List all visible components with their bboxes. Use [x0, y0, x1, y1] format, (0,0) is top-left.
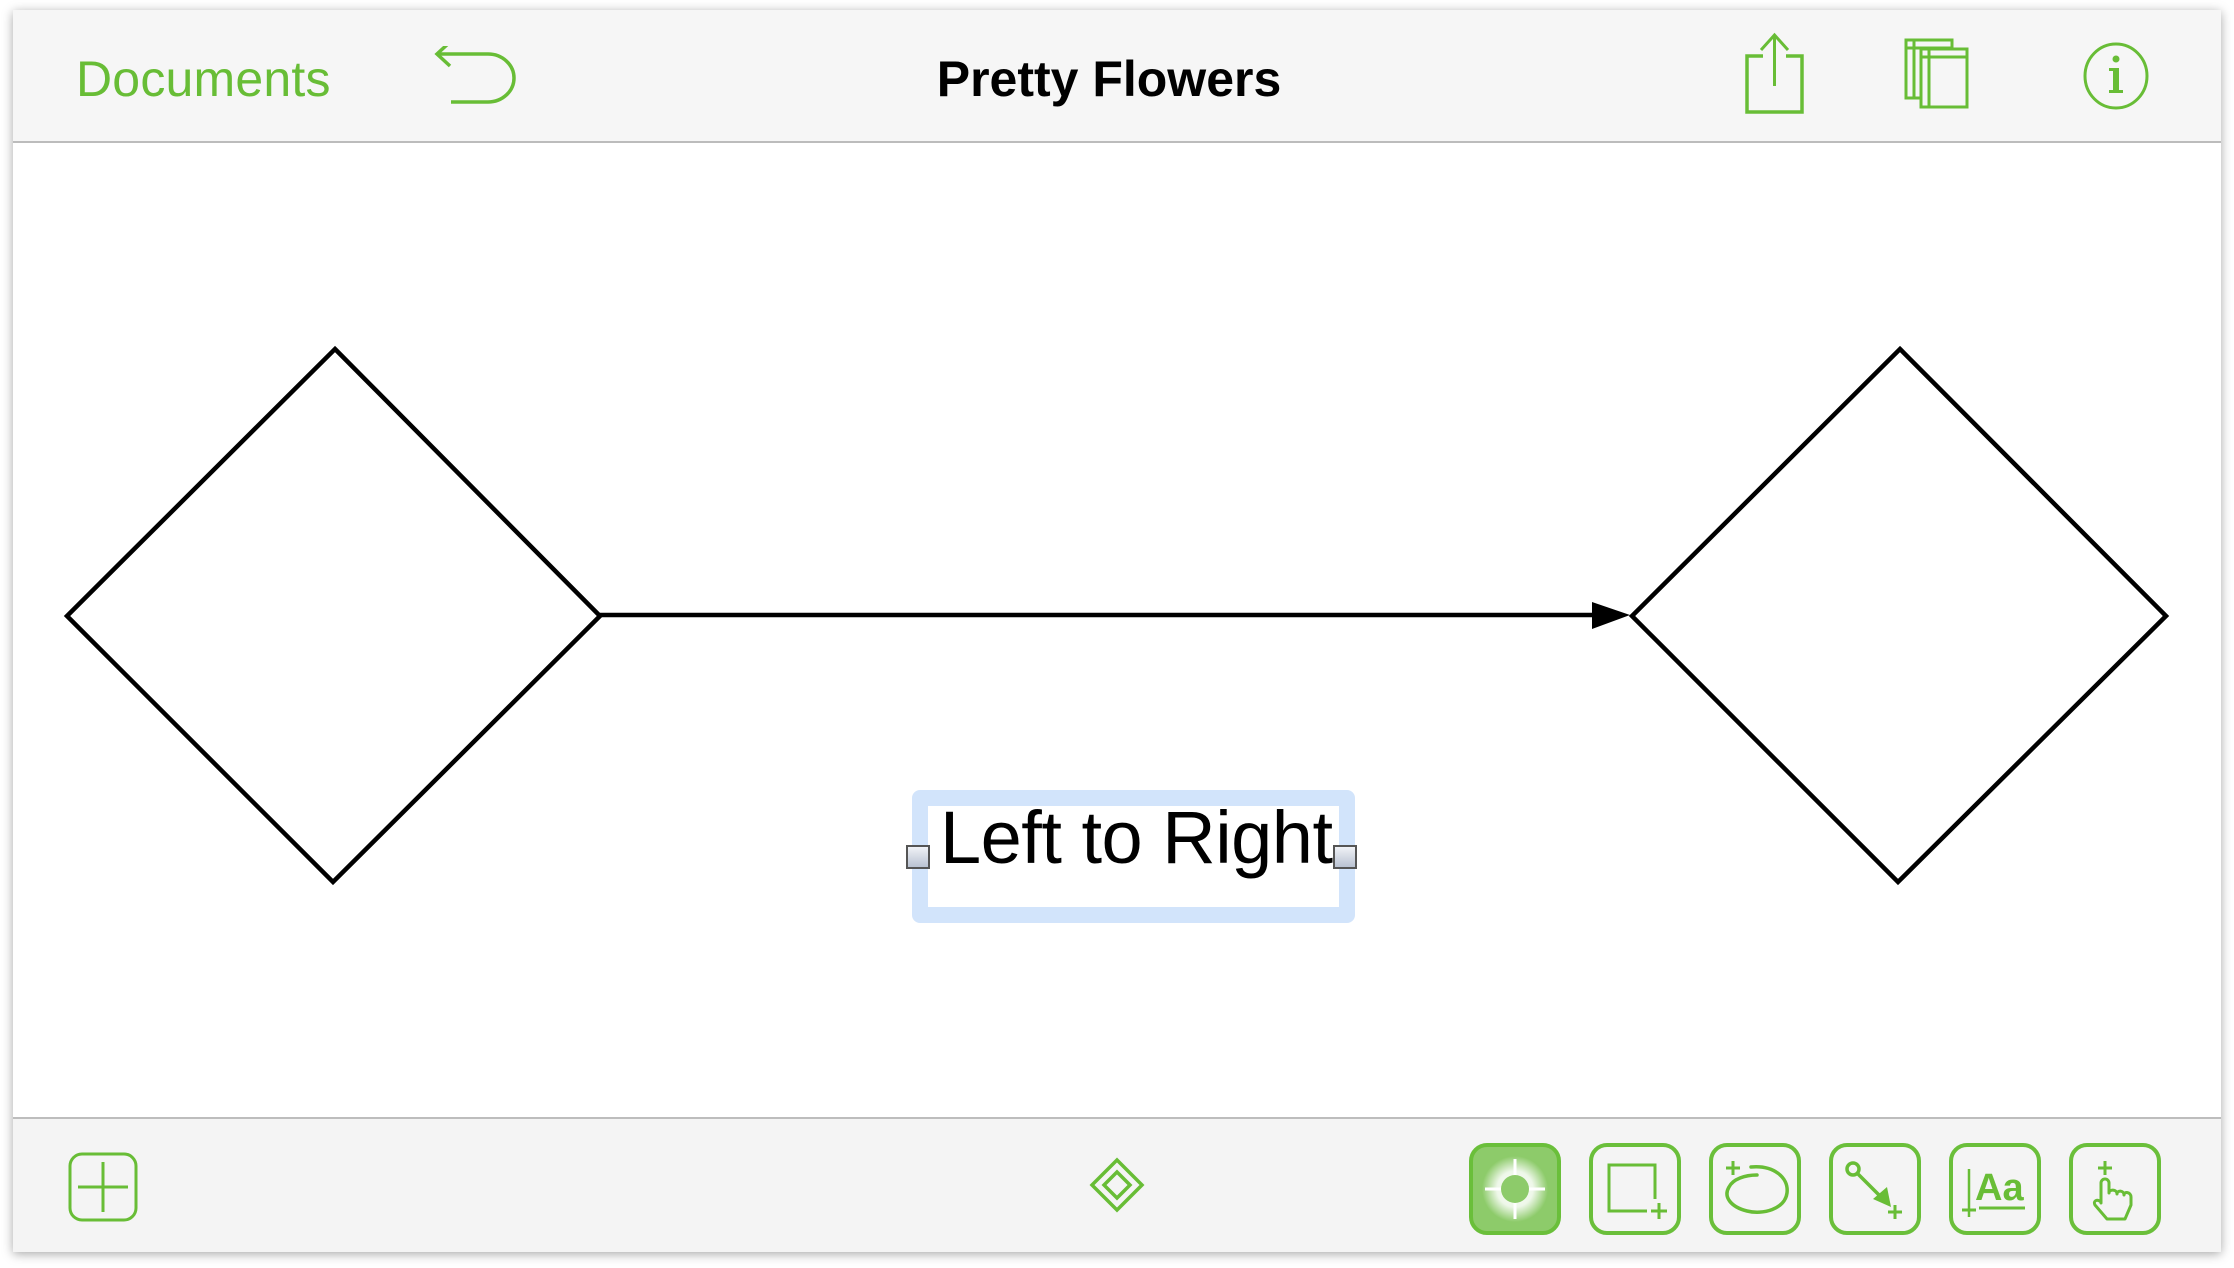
canvases-button[interactable]: [1903, 36, 1973, 112]
canvases-icon: [1904, 38, 1969, 109]
share-icon: [1745, 32, 1804, 114]
right-resize-handle[interactable]: [1333, 845, 1357, 869]
document-title: Pretty Flowers: [936, 51, 1282, 107]
crosshair-icon: [1482, 1156, 1548, 1222]
share-button[interactable]: [1741, 30, 1811, 122]
hand-pointer-icon: [2092, 1161, 2133, 1221]
arrow-label[interactable]: Left to Right: [940, 795, 1360, 880]
document-title-container: Pretty Flowers: [13, 50, 2221, 108]
diagram-canvas[interactable]: Left to Right: [13, 143, 2221, 1117]
freehand-tool-button[interactable]: [1709, 1143, 1801, 1235]
text-tool-glyph: Aa: [1975, 1167, 2024, 1209]
diamond-outline-icon: [1089, 1157, 1145, 1213]
lasso-plus-icon: [1725, 1161, 1789, 1214]
line-tool-button[interactable]: [1829, 1143, 1921, 1235]
connector-plus-icon: [1845, 1161, 1902, 1219]
touch-tool-button[interactable]: [2069, 1143, 2161, 1235]
undo-icon: [434, 46, 516, 104]
text-tool-button[interactable]: Aa: [1949, 1143, 2041, 1235]
app-window: Documents Pretty Flowers Left to Right A…: [13, 10, 2221, 1252]
info-button[interactable]: [2080, 40, 2152, 112]
info-icon: [2083, 42, 2149, 110]
plus-icon: [68, 1152, 138, 1222]
left-diamond[interactable]: [63, 345, 604, 886]
diagram-style-button[interactable]: [1089, 1157, 1145, 1213]
documents-button[interactable]: Documents: [76, 50, 331, 108]
text-aa-icon: Aa: [1962, 1167, 2025, 1217]
undo-button[interactable]: [431, 46, 521, 124]
shape-tool-button[interactable]: [1589, 1143, 1681, 1235]
right-diamond[interactable]: [1628, 345, 2170, 886]
arrowhead: [1592, 602, 1630, 629]
diagram-svg: [63, 345, 2170, 886]
left-resize-handle[interactable]: [906, 845, 930, 869]
selection-tool-button[interactable]: [1469, 1143, 1561, 1235]
top-navigation-bar: Documents Pretty Flowers: [13, 10, 2221, 143]
rectangle-plus-icon: [1607, 1163, 1667, 1219]
add-button[interactable]: [68, 1152, 140, 1224]
bottom-toolbar: Aa: [13, 1117, 2221, 1252]
